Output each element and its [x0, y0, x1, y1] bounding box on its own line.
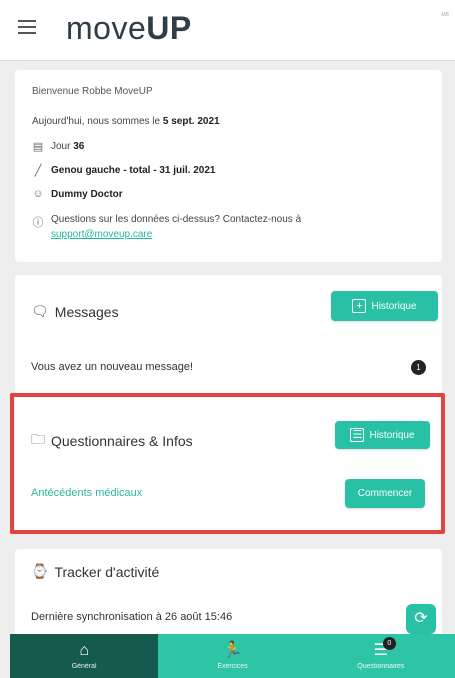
messages-card: 🗨 Messages + Historique Vous avez un nou… — [15, 275, 442, 393]
sync-button[interactable]: ⟳ — [406, 604, 436, 634]
day-row: ▤ Jour 36 — [32, 141, 85, 153]
bottom-navigation: ⌂ Général 🏃 Exercices ☰ 0 Questionnaires — [10, 634, 455, 678]
welcome-text: Bienvenue Robbe MoveUP — [32, 86, 153, 97]
nav-exercises[interactable]: 🏃 Exercices — [158, 634, 306, 678]
tracker-title: ⌚ Tracker d'activité — [31, 563, 160, 580]
surgery-row: ╱ Genou gauche - total - 31 juil. 2021 — [32, 164, 216, 177]
corner-indicator: MB — [441, 12, 450, 18]
hamburger-menu-icon[interactable] — [18, 20, 36, 34]
highlight-frame — [10, 393, 445, 534]
support-email-link[interactable]: support@moveup.care — [51, 229, 301, 240]
question-row: ⓘ Questions sur les données ci-dessus? C… — [32, 214, 302, 240]
nav-general[interactable]: ⌂ Général — [10, 634, 159, 678]
home-icon: ⌂ — [79, 642, 89, 659]
chat-icon: 🗨 — [31, 303, 49, 319]
date-row: Aujourd'hui, nous sommes le 5 sept. 2021 — [32, 116, 220, 127]
app-header: moveUP MB — [0, 0, 455, 61]
nav-questionnaires[interactable]: ☰ 0 Questionnaires — [307, 634, 455, 678]
history-icon: + — [352, 299, 367, 313]
messages-history-button[interactable]: + Historique — [331, 291, 438, 321]
exercise-icon: 🏃 — [222, 642, 243, 659]
messages-title: 🗨 Messages — [31, 303, 119, 320]
app-logo: moveUP — [66, 10, 192, 46]
doctor-row: ☺ Dummy Doctor — [32, 188, 123, 200]
info-card: Bienvenue Robbe MoveUP Aujourd'hui, nous… — [15, 70, 442, 262]
tracker-card: ⌚ Tracker d'activité Dernière synchronis… — [15, 549, 442, 639]
message-count-badge: 1 — [411, 360, 426, 375]
doctor-icon: ☺ — [32, 188, 44, 200]
questionnaires-badge: 0 — [382, 637, 396, 650]
sync-status-text: Dernière synchronisation à 26 août 15:46 — [31, 611, 233, 623]
help-icon: ⓘ — [32, 217, 44, 229]
watch-icon: ⌚ — [31, 563, 49, 579]
surgery-icon: ╱ — [34, 165, 42, 177]
calendar-icon: ▤ — [32, 141, 44, 153]
refresh-icon: ⟳ — [414, 610, 428, 627]
new-message-text[interactable]: Vous avez un nouveau message! — [31, 361, 193, 373]
